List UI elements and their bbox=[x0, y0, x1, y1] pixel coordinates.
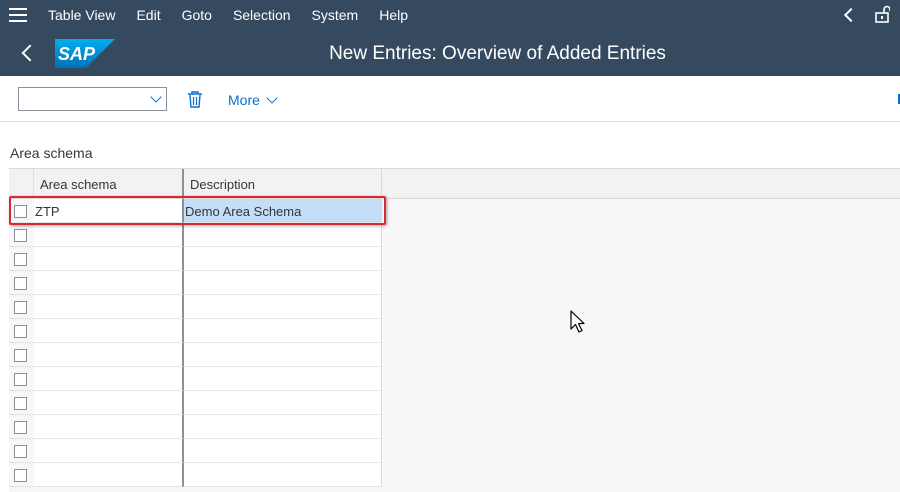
menu-item-selection[interactable]: Selection bbox=[233, 7, 291, 23]
description-cell[interactable] bbox=[184, 271, 382, 295]
area-schema-cell[interactable] bbox=[34, 343, 184, 367]
description-cell[interactable] bbox=[184, 463, 382, 487]
area-schema-cell[interactable] bbox=[34, 439, 184, 463]
area-schema-cell[interactable] bbox=[34, 367, 184, 391]
menu-item-edit[interactable]: Edit bbox=[136, 7, 160, 23]
unlock-icon[interactable] bbox=[874, 5, 890, 23]
area-schema-cell[interactable] bbox=[34, 319, 184, 343]
row-checkbox[interactable] bbox=[14, 277, 27, 290]
description-cell[interactable] bbox=[184, 247, 382, 271]
chevron-down-icon bbox=[266, 92, 278, 104]
description-cell[interactable]: Demo Area Schema bbox=[184, 199, 382, 223]
row-selector[interactable] bbox=[9, 367, 34, 391]
description-cell[interactable] bbox=[184, 319, 382, 343]
table-row bbox=[9, 439, 382, 463]
table-row bbox=[9, 223, 382, 247]
area-schema-cell[interactable] bbox=[34, 223, 184, 247]
section-title: Area schema bbox=[10, 145, 93, 161]
description-cell[interactable] bbox=[184, 415, 382, 439]
row-checkbox[interactable] bbox=[14, 469, 27, 482]
row-selector[interactable] bbox=[9, 247, 34, 271]
title-bar: SAP New Entries: Overview of Added Entri… bbox=[0, 30, 900, 76]
area-schema-cell[interactable] bbox=[34, 415, 184, 439]
row-selector[interactable] bbox=[9, 391, 34, 415]
table-row bbox=[9, 295, 382, 319]
menu-right-controls bbox=[843, 5, 890, 23]
entries-table: Area schema Description ZTP Demo Area Sc… bbox=[9, 168, 900, 492]
collapse-chevron-icon[interactable] bbox=[843, 7, 859, 23]
description-cell[interactable] bbox=[184, 367, 382, 391]
header-filler bbox=[382, 169, 900, 199]
description-cell[interactable] bbox=[184, 343, 382, 367]
row-selector[interactable] bbox=[9, 415, 34, 439]
area-schema-cell[interactable] bbox=[34, 295, 184, 319]
row-checkbox[interactable] bbox=[14, 229, 27, 242]
hamburger-menu-icon[interactable] bbox=[9, 8, 27, 22]
column-header-description[interactable]: Description bbox=[184, 169, 382, 199]
menu-item-system[interactable]: System bbox=[312, 7, 359, 23]
row-checkbox[interactable] bbox=[14, 445, 27, 458]
row-selector[interactable] bbox=[9, 223, 34, 247]
menu-item-help[interactable]: Help bbox=[379, 7, 408, 23]
row-selector[interactable] bbox=[9, 439, 34, 463]
table-row: ZTP Demo Area Schema bbox=[9, 199, 382, 223]
row-selector[interactable] bbox=[9, 271, 34, 295]
table-row bbox=[9, 463, 382, 487]
row-checkbox[interactable] bbox=[14, 373, 27, 386]
table-row bbox=[9, 271, 382, 295]
menu-bar: Table View Edit Goto Selection System He… bbox=[0, 0, 900, 30]
select-all-column-header[interactable] bbox=[9, 169, 34, 199]
table-row bbox=[9, 343, 382, 367]
row-selector[interactable] bbox=[9, 319, 34, 343]
menu-item-goto[interactable]: Goto bbox=[182, 7, 212, 23]
description-cell[interactable] bbox=[184, 223, 382, 247]
row-selector[interactable] bbox=[9, 295, 34, 319]
row-checkbox[interactable] bbox=[14, 349, 27, 362]
area-schema-cell[interactable] bbox=[34, 271, 184, 295]
row-checkbox[interactable] bbox=[14, 325, 27, 338]
more-button[interactable]: More bbox=[228, 92, 278, 108]
column-header-area-schema[interactable]: Area schema bbox=[34, 169, 184, 199]
row-checkbox[interactable] bbox=[14, 253, 27, 266]
mouse-pointer-icon bbox=[570, 310, 585, 333]
description-cell[interactable] bbox=[184, 295, 382, 319]
area-schema-cell[interactable]: ZTP bbox=[34, 199, 184, 223]
more-label: More bbox=[228, 92, 260, 108]
row-selector[interactable] bbox=[9, 199, 34, 223]
table-row bbox=[9, 415, 382, 439]
area-schema-cell[interactable] bbox=[34, 391, 184, 415]
row-selector[interactable] bbox=[9, 343, 34, 367]
variant-dropdown[interactable] bbox=[18, 87, 167, 111]
delete-icon[interactable] bbox=[187, 91, 203, 108]
description-cell[interactable] bbox=[184, 439, 382, 463]
table-row bbox=[9, 319, 382, 343]
row-checkbox[interactable] bbox=[14, 301, 27, 314]
menu-items: Table View Edit Goto Selection System He… bbox=[48, 0, 429, 30]
area-schema-cell[interactable] bbox=[34, 247, 184, 271]
table-row bbox=[9, 367, 382, 391]
table-row bbox=[9, 247, 382, 271]
row-selector[interactable] bbox=[9, 463, 34, 487]
row-checkbox[interactable] bbox=[14, 421, 27, 434]
description-cell[interactable] bbox=[184, 391, 382, 415]
row-checkbox[interactable] bbox=[14, 205, 27, 218]
menu-item-table-view[interactable]: Table View bbox=[48, 7, 115, 23]
area-schema-cell[interactable] bbox=[34, 463, 184, 487]
table-row bbox=[9, 391, 382, 415]
page-title: New Entries: Overview of Added Entries bbox=[329, 43, 666, 64]
chevron-down-icon bbox=[150, 91, 162, 103]
row-checkbox[interactable] bbox=[14, 397, 27, 410]
toolbar: More bbox=[0, 76, 900, 122]
